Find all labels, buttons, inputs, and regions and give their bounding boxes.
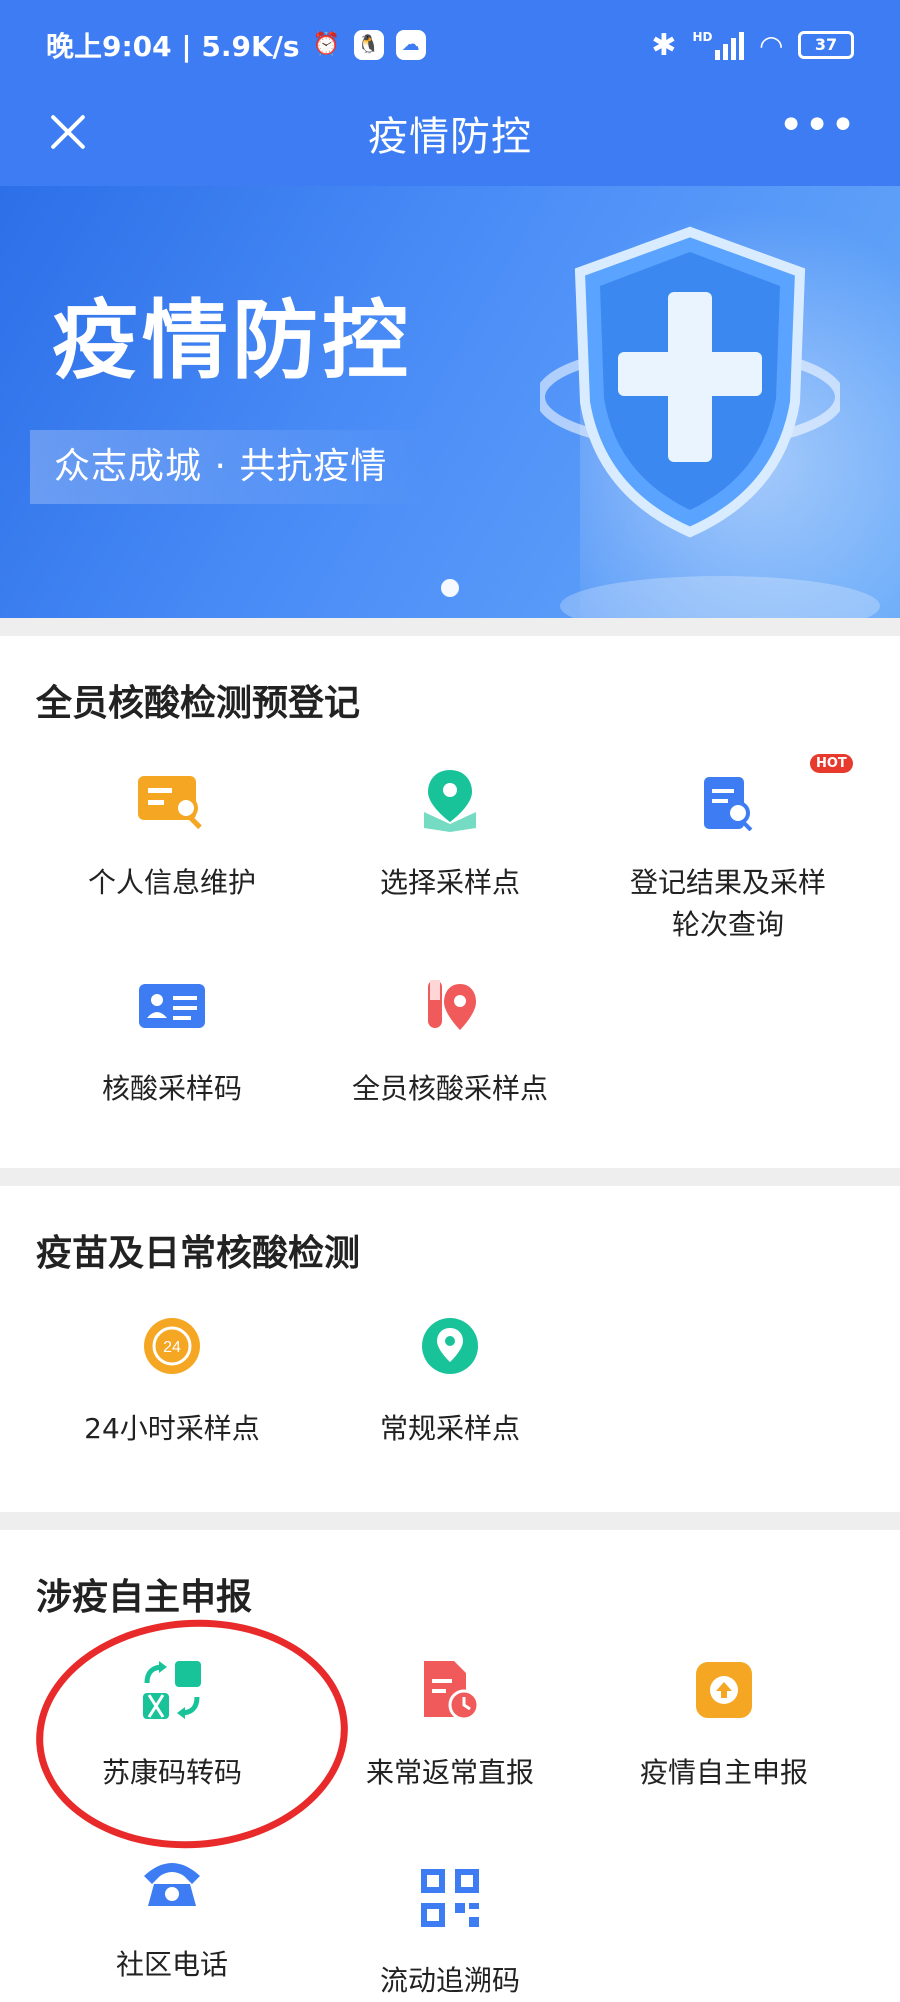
tile-registration-result[interactable]: HOT 登记结果及采样 轮次查询 [608,754,853,946]
tile-label: 疫情自主申报 [639,1756,808,1789]
section-divider [0,618,900,636]
alarm-icon: ⏰ [312,32,341,57]
tile-personal-info[interactable]: 个人信息维护 [52,760,292,904]
tile-label: 24小时采样点 [84,1412,260,1445]
location-pin-icon [410,1306,490,1386]
status-time: 晚上9:04 | 5.9K/s [46,30,300,63]
upload-icon [684,1650,764,1730]
tile-select-site[interactable]: 选择采样点 [330,760,570,904]
id-card-icon [132,966,212,1046]
tile-label: 全员核酸采样点 [351,1072,548,1105]
qr-code-icon [410,1858,490,1938]
tile-mobility-trace-code[interactable]: 流动追溯码 [330,1858,570,2002]
banner-slogan: 众志成城 · 共抗疫情 [30,430,430,504]
carousel-dot[interactable] [441,579,459,597]
page-title: 疫情防控 [368,114,532,160]
clock-24-text: 24 [163,1339,181,1356]
clock-24-icon: 24 [132,1306,212,1386]
shield-cross-icon [540,226,840,538]
tile-all-nat-sites[interactable]: 全员核酸采样点 [330,966,570,1110]
profile-search-icon [132,760,212,840]
title-bar: 疫情防控 ••• [0,90,900,186]
annotation-circle [28,1609,356,1859]
section-divider [0,1168,900,1186]
tile-nat-code[interactable]: 核酸采样码 [52,966,292,1110]
tile-community-phone[interactable]: 社区电话 [52,1842,292,1986]
section-title-nat-preregistration: 全员核酸检测预登记 [36,683,361,724]
more-icon[interactable]: ••• [778,104,856,148]
bluetooth-icon: ✱ [651,27,677,63]
section-title-vaccine-daily-nat: 疫苗及日常核酸检测 [36,1233,361,1274]
test-tube-pin-icon [410,966,490,1046]
banner-carousel[interactable]: 疫情防控 众志成城 · 共抗疫情 [0,186,900,618]
tile-self-declaration[interactable]: 疫情自主申报 [604,1650,844,1794]
section-divider [0,1512,900,1530]
qq-icon: 🐧 [353,30,384,60]
tile-label: 来常返常直报 [365,1756,534,1789]
signal-icon: HD [692,30,745,60]
section-title-self-report: 涉疫自主申报 [36,1577,253,1618]
app-header: 晚上9:04 | 5.9K/s ⏰ 🐧 ☁ ✱ HD ◠ 37 疫情防控 ••• [0,0,900,186]
battery-indicator: 37 [798,31,854,59]
document-search-icon: HOT [688,754,853,840]
tile-label: 核酸采样码 [101,1072,242,1105]
tile-label: 常规采样点 [379,1412,520,1445]
document-clock-icon [410,1650,490,1730]
banner-headline: 疫情防控 [52,291,412,391]
status-bar: 晚上9:04 | 5.9K/s ⏰ 🐧 ☁ ✱ HD ◠ 37 [0,0,900,90]
wifi-icon: ◠ [760,28,782,62]
tile-24h-site[interactable]: 24 24小时采样点 [52,1306,292,1450]
tile-label: 流动追溯码 [379,1964,520,1997]
tile-label: 登记结果及采样 轮次查询 [629,866,826,941]
hd-label: HD [692,30,713,44]
tile-label: 社区电话 [115,1948,228,1981]
tile-label: 选择采样点 [379,866,520,899]
cloud-icon: ☁ [395,30,426,60]
map-pin-icon [410,760,490,840]
tile-regular-site[interactable]: 常规采样点 [330,1306,570,1450]
tile-return-report[interactable]: 来常返常直报 [330,1650,570,1794]
phone-icon [132,1842,212,1922]
hot-badge: HOT [810,754,853,773]
tile-label: 个人信息维护 [87,866,256,899]
